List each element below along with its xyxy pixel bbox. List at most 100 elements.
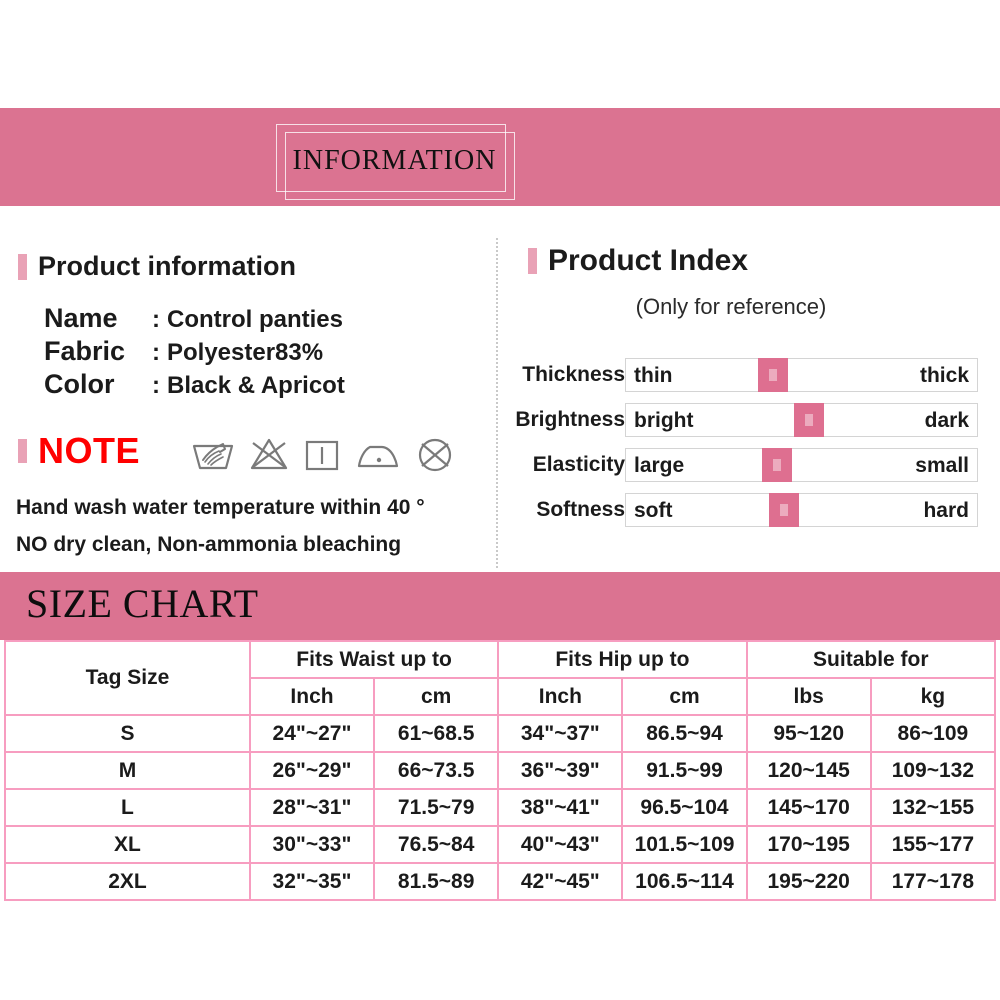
spec-row: Name : Control panties <box>44 302 345 335</box>
header-tag-size: Tag Size <box>4 640 251 716</box>
iron-low-heat-icon <box>354 434 402 474</box>
cell-waist-inch: 26"~29" <box>248 751 376 790</box>
spec-value: Polyester83% <box>167 338 324 366</box>
cell-waist-cm: 76.5~84 <box>373 825 500 864</box>
cell-lbs: 95~120 <box>745 714 872 753</box>
subheader-waist-inch: Inch <box>248 677 376 716</box>
slider-thumb[interactable] <box>768 493 799 527</box>
slider-min-label: large <box>634 454 685 477</box>
information-banner: INFORMATION <box>0 108 1000 206</box>
spec-row: Color : Black & Apricot <box>44 368 345 401</box>
slider-track[interactable]: large small <box>625 448 978 482</box>
spec-row: Fabric : Polyester83% <box>44 335 345 368</box>
banner-title: INFORMATION <box>292 145 497 176</box>
product-information-panel: Product information Name : Control panti… <box>0 206 496 568</box>
product-index-panel: Product Index (Only for reference) Thick… <box>496 206 1000 568</box>
slider-max-label: dark <box>924 409 969 432</box>
cell-kg: 177~178 <box>869 862 997 901</box>
product-detail-page: INFORMATION Product information Name : C… <box>0 0 1000 1000</box>
slider-thumb[interactable] <box>793 403 824 437</box>
cell-waist-cm: 81.5~89 <box>373 862 500 901</box>
cell-hip-cm: 91.5~99 <box>621 751 748 790</box>
cell-hip-inch: 36"~39" <box>497 751 624 790</box>
cell-hip-cm: 86.5~94 <box>621 714 748 753</box>
product-information-heading-label: Product information <box>38 251 296 281</box>
spec-value: Black & Apricot <box>167 371 345 399</box>
heading-marker-icon <box>18 253 27 280</box>
spec-key: Color <box>44 368 115 399</box>
cell-tag-size: L <box>4 788 251 827</box>
spec-key: Fabric <box>44 335 126 366</box>
spec-colon: : <box>152 338 160 366</box>
cell-hip-inch: 38"~41" <box>497 788 624 827</box>
cell-hip-inch: 34"~37" <box>497 714 624 753</box>
index-slider-elasticity[interactable]: Elasticity large small <box>496 448 1000 482</box>
table-row: M 26"~29" 66~73.5 36"~39" 91.5~99 120~14… <box>4 751 997 790</box>
cell-lbs: 120~145 <box>745 751 872 790</box>
table-group-header-row: Tag Size Fits Waist up to Fits Hip up to… <box>4 640 997 716</box>
product-index-heading-label: Product Index <box>548 244 749 277</box>
slider-track[interactable]: soft hard <box>625 493 978 527</box>
product-spec-list: Name : Control panties Fabric : Polyeste… <box>44 302 345 401</box>
slider-min-label: bright <box>634 409 694 432</box>
index-slider-thickness[interactable]: Thickness thin thick <box>496 358 1000 392</box>
index-slider-softness[interactable]: Softness soft hard <box>496 493 1000 527</box>
size-chart-banner: SIZE CHART <box>0 572 1000 640</box>
information-body: Product information Name : Control panti… <box>0 206 1000 568</box>
cell-waist-cm: 71.5~79 <box>373 788 500 827</box>
slider-min-label: soft <box>634 499 673 522</box>
header-fits-waist: Fits Waist up to <box>248 640 500 679</box>
product-index-subheading: (Only for reference) <box>635 294 827 319</box>
spec-colon: : <box>152 306 160 333</box>
care-symbol-list <box>190 434 456 474</box>
table-row: 2XL 32"~35" 81.5~89 42"~45" 106.5~114 19… <box>4 862 997 901</box>
cell-hip-inch: 42"~45" <box>497 862 624 901</box>
cell-kg: 109~132 <box>869 751 997 790</box>
cell-waist-inch: 30"~33" <box>248 825 376 864</box>
cell-lbs: 195~220 <box>745 862 872 901</box>
heading-marker-icon <box>528 248 537 274</box>
product-index-heading: Product Index <box>528 244 748 278</box>
index-slider-brightness[interactable]: Brightness bright dark <box>496 403 1000 437</box>
slider-thumb[interactable] <box>758 358 789 392</box>
subheader-lbs: lbs <box>745 677 872 716</box>
cell-tag-size: XL <box>4 825 251 864</box>
cell-waist-cm: 61~68.5 <box>373 714 500 753</box>
slider-track[interactable]: thin thick <box>625 358 978 392</box>
spec-key: Name <box>44 303 118 333</box>
table-row: S 24"~27" 61~68.5 34"~37" 86.5~94 95~120… <box>4 714 997 753</box>
slider-thumb[interactable] <box>761 448 792 482</box>
cell-tag-size: S <box>4 714 251 753</box>
slider-min-label: thin <box>634 364 673 387</box>
header-fits-hip: Fits Hip up to <box>497 640 748 679</box>
care-instruction-text: Hand wash water temperature within 40 ° … <box>16 490 425 564</box>
cell-waist-inch: 32"~35" <box>248 862 376 901</box>
cell-waist-inch: 24"~27" <box>248 714 376 753</box>
note-heading: NOTE <box>18 433 140 469</box>
size-chart-table: Tag Size Fits Waist up to Fits Hip up to… <box>4 640 997 901</box>
subheader-waist-cm: cm <box>373 677 500 716</box>
slider-max-label: thick <box>919 364 969 387</box>
cell-kg: 155~177 <box>869 825 997 864</box>
slider-label: Thickness <box>522 363 625 386</box>
no-dry-clean-icon <box>414 434 456 474</box>
cell-waist-inch: 28"~31" <box>248 788 376 827</box>
cell-tag-size: M <box>4 751 251 790</box>
product-index-slider-list: Thickness thin thick Brightness bright d… <box>496 358 1000 538</box>
heading-marker-icon <box>18 439 27 463</box>
subheader-kg: kg <box>869 677 997 716</box>
cell-waist-cm: 66~73.5 <box>373 751 500 790</box>
cell-hip-cm: 96.5~104 <box>621 788 748 827</box>
table-row: L 28"~31" 71.5~79 38"~41" 96.5~104 145~1… <box>4 788 997 827</box>
hand-wash-icon <box>190 434 236 474</box>
cell-hip-cm: 101.5~109 <box>621 825 748 864</box>
cell-tag-size: 2XL <box>4 862 251 901</box>
slider-max-label: small <box>915 454 969 477</box>
no-bleach-icon <box>248 434 290 474</box>
header-suitable-for: Suitable for <box>745 640 997 679</box>
cell-kg: 132~155 <box>869 788 997 827</box>
cell-lbs: 170~195 <box>745 825 872 864</box>
cell-hip-inch: 40"~43" <box>497 825 624 864</box>
slider-track[interactable]: bright dark <box>625 403 978 437</box>
size-chart-head: Tag Size Fits Waist up to Fits Hip up to… <box>4 640 997 716</box>
